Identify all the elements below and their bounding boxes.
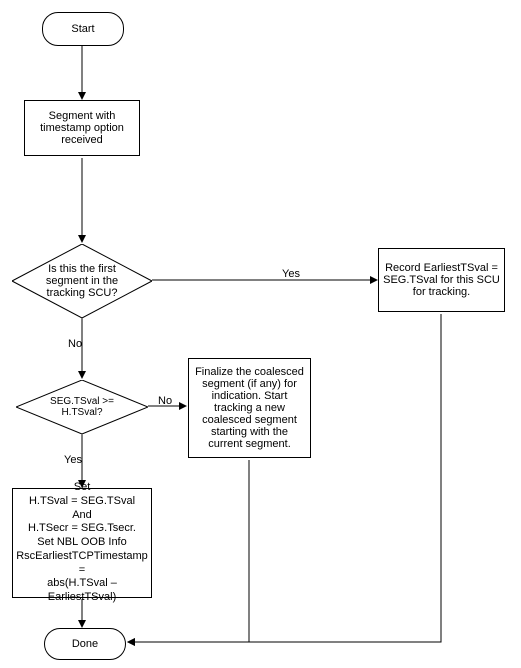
first-segment-decision: Is this the first segment in the trackin… <box>12 244 152 318</box>
tsval-compare-decision-label: SEG.TSval >= H.TSval? <box>30 396 134 418</box>
set-values-line1: Set <box>74 481 91 495</box>
edge-tsval-yes: Yes <box>64 454 82 466</box>
set-values-process: Set H.TSval = SEG.TSval And H.TSecr = SE… <box>12 488 152 598</box>
tsval-compare-decision: SEG.TSval >= H.TSval? <box>16 380 148 434</box>
done-terminator: Done <box>44 628 126 660</box>
set-values-line2: H.TSval = SEG.TSval <box>29 495 135 509</box>
start-label: Start <box>71 23 94 35</box>
set-values-line7: abs(H.TSval – EarliestTSval) <box>17 577 147 605</box>
finalize-segment-label: Finalize the coalesced segment (if any) … <box>193 366 306 450</box>
edge-tsval-no: No <box>158 395 172 407</box>
edge-first-segment-yes: Yes <box>282 268 300 280</box>
segment-received-label: Segment with timestamp option received <box>29 110 135 146</box>
start-terminator: Start <box>42 12 124 46</box>
finalize-segment-process: Finalize the coalesced segment (if any) … <box>188 358 311 458</box>
set-values-line4: H.TSecr = SEG.Tsecr. <box>28 522 136 536</box>
first-segment-decision-label: Is this the first segment in the trackin… <box>26 263 138 299</box>
segment-received-process: Segment with timestamp option received <box>24 100 140 156</box>
set-values-line3: And <box>72 509 92 523</box>
set-values-line6: RscEarliestTCPTimestamp = <box>16 550 148 578</box>
record-earliest-label: Record EarliestTSval = SEG.TSval for thi… <box>383 262 500 298</box>
done-label: Done <box>72 638 98 650</box>
flowchart-canvas: Start Segment with timestamp option rece… <box>0 0 521 668</box>
record-earliest-process: Record EarliestTSval = SEG.TSval for thi… <box>378 248 505 312</box>
edge-first-segment-no: No <box>68 338 82 350</box>
set-values-line5: Set NBL OOB Info <box>37 536 126 550</box>
